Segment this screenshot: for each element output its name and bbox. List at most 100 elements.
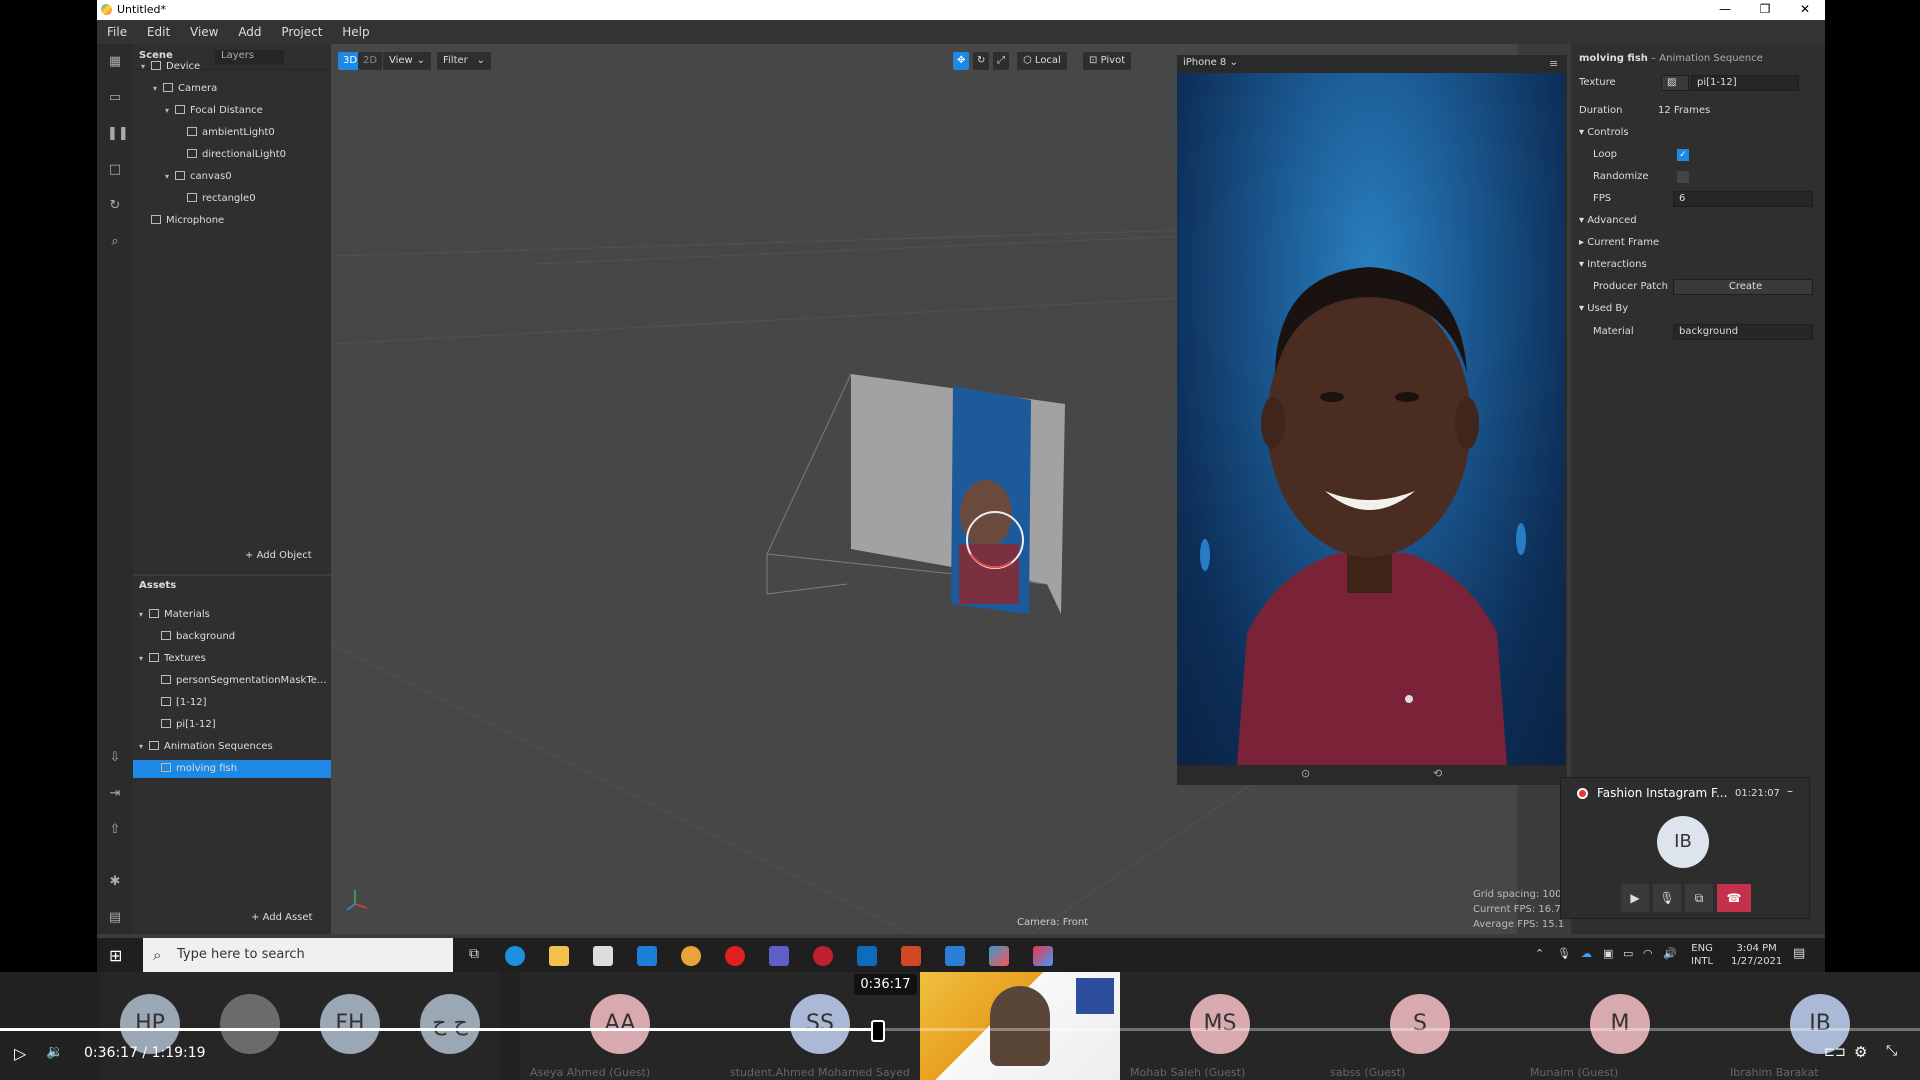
settings-icon[interactable]: ⚙	[1854, 1043, 1867, 1061]
windows-start-icon[interactable]: ⊞	[109, 946, 122, 965]
texture-thumb-icon[interactable]: ▨	[1661, 75, 1689, 91]
taskbar-clock[interactable]: 3:04 PM 1/27/2021	[1731, 942, 1782, 968]
scene-item[interactable]: ▾ Focal Distance	[133, 102, 331, 120]
wifi-icon[interactable]: ◠	[1643, 947, 1653, 960]
maximize-button[interactable]: ❐	[1745, 0, 1785, 20]
create-button[interactable]: Create	[1673, 279, 1813, 295]
paint-icon[interactable]	[1033, 946, 1053, 966]
assets-item[interactable]: [1-12]	[133, 694, 331, 712]
assets-item[interactable]: pi[1-12]	[133, 716, 331, 734]
pause-icon[interactable]: ❚❚	[107, 126, 129, 142]
menu-edit[interactable]: Edit	[147, 20, 170, 39]
scene-item[interactable]: rectangle0	[133, 190, 331, 208]
advanced-section[interactable]: ▾ Advanced	[1579, 212, 1637, 230]
mail-icon[interactable]	[637, 946, 657, 966]
add-object-button[interactable]: + Add Object	[245, 550, 312, 561]
powerpoint-icon[interactable]	[901, 946, 921, 966]
refresh-icon[interactable]: ↻	[107, 198, 123, 214]
current-frame-section[interactable]: ▸ Current Frame	[1579, 234, 1659, 252]
move-icon[interactable]: ✥	[953, 52, 970, 70]
scene-item[interactable]: ▾ canvas0	[133, 168, 331, 186]
search-icon[interactable]: ⌕	[107, 234, 123, 250]
opera-gx-icon[interactable]	[813, 946, 833, 966]
volume-icon[interactable]: 🔊	[1663, 947, 1677, 960]
mode-2d-button[interactable]: 2D	[358, 52, 383, 70]
filter-dropdown[interactable]: Filter ⌄	[437, 52, 491, 70]
assets-item[interactable]: ▾ Materials	[133, 606, 331, 624]
fps-field[interactable]: 6	[1673, 191, 1813, 207]
mic-toggle-icon[interactable]: 🎙	[1653, 884, 1681, 912]
import-icon[interactable]: ⇩	[107, 750, 123, 766]
caret-down-icon[interactable]: ▾	[141, 58, 151, 76]
close-button[interactable]: ✕	[1785, 0, 1825, 20]
minimize-button[interactable]: —	[1705, 0, 1745, 20]
share-screen-icon[interactable]: ⧉	[1685, 884, 1713, 912]
stop-icon[interactable]: □	[107, 162, 123, 178]
minimize-call-icon[interactable]: –	[1787, 784, 1793, 798]
tray-chevron-icon[interactable]: ⌃	[1535, 947, 1544, 960]
play-icon[interactable]: ▷	[14, 1044, 26, 1063]
volume-icon[interactable]: 🔉	[46, 1044, 63, 1060]
caret-down-icon[interactable]: ▾	[139, 738, 149, 756]
menu-add[interactable]: Add	[238, 20, 261, 39]
controls-section[interactable]: ▾ Controls	[1579, 124, 1629, 142]
caret-down-icon[interactable]: ▾	[153, 80, 163, 98]
upload-icon[interactable]: ⇧	[107, 822, 123, 838]
local-button[interactable]: ⬡ Local	[1017, 52, 1067, 70]
hang-up-icon[interactable]: ☎	[1717, 884, 1751, 912]
loop-checkbox[interactable]: ✓	[1677, 149, 1689, 161]
scene-item[interactable]: ambientLight0	[133, 124, 331, 142]
task-view-icon[interactable]: ⧉	[469, 946, 479, 962]
add-asset-button[interactable]: + Add Asset	[251, 912, 312, 923]
menu-file[interactable]: File	[107, 20, 127, 39]
scene-item[interactable]: ▾ Camera	[133, 80, 331, 98]
store-icon[interactable]	[593, 946, 613, 966]
caret-down-icon[interactable]: ▾	[165, 102, 175, 120]
scene-item[interactable]: ▾ Device	[133, 58, 331, 76]
device-dropdown[interactable]: iPhone 8 ⌄	[1183, 57, 1238, 68]
input-language[interactable]: ENG INTL	[1691, 942, 1713, 968]
screenshot-icon[interactable]: ⊙	[1301, 767, 1310, 780]
bug-icon[interactable]: ✱	[107, 874, 123, 890]
scene-item[interactable]: directionalLight0	[133, 146, 331, 164]
randomize-checkbox[interactable]	[1677, 171, 1689, 183]
progress-handle[interactable]	[871, 1020, 886, 1042]
scene-item[interactable]: Microphone	[133, 212, 331, 230]
assets-item[interactable]: molving fish	[133, 760, 331, 778]
login-icon[interactable]: ⇥	[107, 786, 123, 802]
opera-icon[interactable]	[725, 946, 745, 966]
layout-icon[interactable]: ▦	[107, 54, 123, 70]
console-icon[interactable]: ▤	[107, 910, 123, 926]
outlook-icon[interactable]	[857, 946, 877, 966]
notifications-icon[interactable]: ▤	[1793, 946, 1805, 961]
caret-down-icon[interactable]: ▾	[139, 650, 149, 668]
texture-field[interactable]: pi[1-12]	[1691, 75, 1799, 91]
caret-down-icon[interactable]: ▾	[165, 168, 175, 186]
video-toggle-icon[interactable]: ▶	[1621, 884, 1649, 912]
progress-track[interactable]	[0, 1028, 1920, 1031]
assets-item[interactable]: personSegmentationMaskTe...	[133, 672, 331, 690]
view-dropdown[interactable]: View ⌄	[383, 52, 431, 70]
photos-icon[interactable]	[945, 946, 965, 966]
material-field[interactable]: background	[1673, 324, 1813, 340]
camera-icon[interactable]: ▣	[1603, 947, 1613, 960]
pin-icon[interactable]: ⤡	[1886, 1043, 1897, 1059]
spark-ar-icon[interactable]	[989, 946, 1009, 966]
caret-down-icon[interactable]: ▾	[139, 606, 149, 624]
pivot-button[interactable]: ⊡ Pivot	[1083, 52, 1132, 70]
teams-icon[interactable]	[769, 946, 789, 966]
menu-view[interactable]: View	[190, 20, 218, 39]
assets-item[interactable]: ▾ Animation Sequences	[133, 738, 331, 756]
used-by-section[interactable]: ▾ Used By	[1579, 300, 1628, 318]
file-explorer-icon[interactable]	[549, 946, 569, 966]
video-icon[interactable]: ▭	[107, 90, 123, 106]
menu-help[interactable]: Help	[342, 20, 369, 39]
rotate-icon[interactable]: ↻	[973, 52, 990, 70]
scale-icon[interactable]: ⤢	[993, 52, 1009, 70]
microphone-icon[interactable]: 🎙	[1557, 947, 1571, 960]
interactions-section[interactable]: ▾ Interactions	[1579, 256, 1647, 274]
assets-item[interactable]: ▾ Textures	[133, 650, 331, 668]
menu-icon[interactable]: ≡	[1549, 57, 1558, 70]
assets-item[interactable]: background	[133, 628, 331, 646]
rotate-device-icon[interactable]: ⟲	[1433, 767, 1442, 780]
